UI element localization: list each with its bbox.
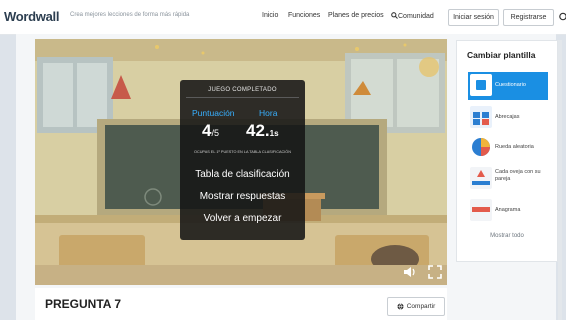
score-total: /5 xyxy=(211,128,219,138)
template-match-label: Cada oveja con su pareja xyxy=(495,169,541,182)
template-match[interactable]: Cada oveja con su pareja xyxy=(468,165,548,193)
template-anagram[interactable]: Anagrama xyxy=(468,197,548,225)
anagram-icon xyxy=(470,199,492,221)
share-button[interactable]: Compartir xyxy=(387,297,445,316)
time-value: 42.1s xyxy=(246,121,279,141)
rank-text: OCUPAS EL 1º PUESTO EN LA TABLA CLASIFIC… xyxy=(194,150,291,154)
leaderboard-button[interactable]: Tabla de clasificación xyxy=(180,169,305,180)
wordwall-logo[interactable]: Wordwall xyxy=(4,9,59,24)
boxes-icon xyxy=(470,106,492,128)
register-button[interactable]: Registrarse xyxy=(503,9,554,26)
match-icon xyxy=(470,167,492,189)
globe-icon[interactable] xyxy=(558,12,566,21)
sidebar-title: Cambiar plantilla xyxy=(467,50,536,60)
nav-inicio[interactable]: Inicio xyxy=(262,12,278,19)
fullscreen-icon[interactable] xyxy=(428,265,442,279)
time-number: 42. xyxy=(246,121,270,140)
show-all-link[interactable]: Mostrar todo xyxy=(457,233,557,239)
tagline: Crea mejores lecciones de forma más rápi… xyxy=(70,12,190,18)
template-quiz-label: Cuestionario xyxy=(495,82,526,88)
quiz-icon xyxy=(470,74,492,96)
game-complete-title: JUEGO COMPLETADO xyxy=(208,87,277,93)
score-value: 4/5 xyxy=(202,121,219,141)
time-label: Hora xyxy=(259,108,278,118)
login-button[interactable]: Iniciar sesión xyxy=(448,9,499,26)
score-label: Puntuación xyxy=(192,108,235,118)
title-divider xyxy=(186,97,299,98)
search-icon xyxy=(391,12,398,19)
show-answers-button[interactable]: Mostrar respuestas xyxy=(180,191,305,202)
nav-comunidad-label: Comunidad xyxy=(398,13,434,20)
top-bar: Wordwall Crea mejores lecciones de forma… xyxy=(0,0,566,35)
time-unit: 1s xyxy=(269,129,279,138)
template-boxes-label: Abrecajas xyxy=(495,114,520,120)
nav-comunidad[interactable]: Comunidad xyxy=(391,12,434,20)
restart-button[interactable]: Volver a empezar xyxy=(180,213,305,224)
template-boxes[interactable]: Abrecajas xyxy=(468,104,548,132)
nav-funciones[interactable]: Funciones xyxy=(288,12,320,19)
template-wheel[interactable]: Rueda aleatoria xyxy=(468,134,548,162)
game-complete-panel: JUEGO COMPLETADO Puntuación Hora 4/5 42.… xyxy=(180,80,305,240)
share-globe-icon xyxy=(397,303,404,310)
page-scrollbar[interactable] xyxy=(558,40,562,320)
template-quiz[interactable]: Cuestionario xyxy=(468,72,548,100)
wheel-icon xyxy=(470,136,492,158)
template-sidebar: Cambiar plantilla Cuestionario Abrecajas… xyxy=(456,40,558,262)
question-title: PREGUNTA 7 xyxy=(45,297,122,311)
question-footer: PREGUNTA 7 xyxy=(35,288,447,320)
template-wheel-label: Rueda aleatoria xyxy=(495,144,534,150)
nav-planes[interactable]: Planes de precios xyxy=(328,12,384,19)
volume-icon[interactable] xyxy=(403,266,417,278)
share-label: Compartir xyxy=(406,303,436,310)
game-stage: JUEGO COMPLETADO Puntuación Hora 4/5 42.… xyxy=(35,39,447,285)
template-anagram-label: Anagrama xyxy=(495,207,521,213)
